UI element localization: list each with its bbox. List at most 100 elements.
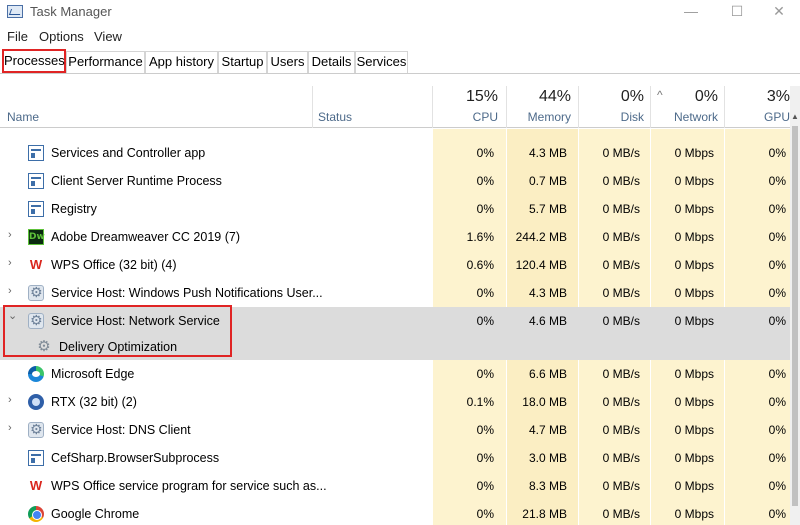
column-disk[interactable]: Disk	[578, 110, 644, 124]
minimize-button[interactable]: —	[668, 0, 714, 24]
tab-app-history[interactable]: App history	[145, 51, 218, 73]
column-status[interactable]: Status	[318, 110, 352, 124]
scroll-up-icon[interactable]: ▲	[790, 112, 800, 122]
process-name: Registry	[51, 202, 97, 216]
expand-chevron-icon[interactable]: ›	[8, 257, 12, 269]
memory-value: 120.4 MB	[515, 258, 567, 272]
process-name: RTX (32 bit) (2)	[51, 395, 137, 409]
process-row[interactable]: ⌄ Service Host: Network Service 0% 4.6 MB 0 …	[0, 307, 790, 335]
network-value: 0 Mbps	[674, 314, 714, 328]
tab-processes[interactable]: Processes	[2, 49, 66, 73]
expand-chevron-icon[interactable]: ›	[8, 394, 12, 406]
gpu-value: 0%	[768, 367, 786, 381]
app-window-icon	[28, 173, 44, 189]
close-button[interactable]: ✕	[756, 0, 800, 24]
cpu-value: 0.6%	[466, 258, 494, 272]
gear-icon	[28, 421, 44, 438]
process-row[interactable]: › Service Host: DNS Client 0% 4.7 MB 0 MB/s 0…	[0, 416, 790, 444]
memory-value: 0.7 MB	[528, 174, 567, 188]
tab-details[interactable]: Details	[308, 51, 355, 73]
process-row[interactable]: Client Server Runtime Process 0% 0.7 MB 0 M…	[0, 167, 790, 195]
gpu-value: 0%	[768, 423, 786, 437]
process-name: Service Host: Windows Push Notifications…	[51, 286, 323, 300]
edge-icon	[28, 366, 44, 382]
gpu-value: 0%	[768, 395, 786, 409]
expand-chevron-icon[interactable]: ›	[8, 229, 12, 241]
gear-icon	[28, 284, 44, 301]
column-memory[interactable]: Memory	[506, 110, 571, 124]
cpu-value: 0%	[476, 174, 494, 188]
process-name: Adobe Dreamweaver CC 2019 (7)	[51, 230, 240, 244]
disk-value: 0 MB/s	[602, 258, 640, 272]
column-cpu[interactable]: CPU	[432, 110, 498, 124]
collapse-chevron-icon[interactable]: ⌄	[8, 309, 17, 322]
network-value: 0 Mbps	[674, 286, 714, 300]
expand-chevron-icon[interactable]: ›	[8, 285, 12, 297]
process-name: Google Chrome	[51, 507, 140, 521]
gpu-total: 3%	[766, 88, 790, 105]
network-value: 0 Mbps	[674, 395, 714, 409]
gpu-value: 0%	[768, 174, 786, 188]
memory-value: 18.0 MB	[522, 395, 567, 409]
tab-performance[interactable]: Performance	[66, 51, 145, 73]
task-manager-icon	[7, 5, 23, 18]
scroll-thumb[interactable]	[792, 126, 798, 506]
column-gpu[interactable]: GPU	[724, 110, 790, 124]
network-value: 0 Mbps	[674, 451, 714, 465]
column-separator	[312, 86, 313, 128]
title-bar: Task Manager — ☐ ✕	[0, 0, 800, 24]
memory-value: 4.3 MB	[528, 286, 567, 300]
process-row[interactable]: Registry 0% 5.7 MB 0 MB/s 0 Mbps 0%	[0, 195, 790, 223]
cpu-value: 0%	[476, 451, 494, 465]
memory-value: 21.8 MB	[522, 507, 567, 521]
process-row[interactable]: › W WPS Office (32 bit) (4) 0.6% 120.4 MB 0 M…	[0, 251, 790, 279]
process-row[interactable]: Services and Controller app 0% 4.3 MB 0 MB/…	[0, 139, 790, 167]
app-window-icon	[28, 201, 44, 217]
network-value: 0 Mbps	[674, 146, 714, 160]
cpu-total: 15%	[465, 88, 498, 105]
menu-options[interactable]: Options	[39, 29, 84, 44]
menu-view[interactable]: View	[94, 29, 122, 44]
tab-strip: Processes Performance App history Startu…	[0, 48, 800, 74]
process-name: Delivery Optimization	[59, 340, 178, 354]
disk-value: 0 MB/s	[602, 395, 640, 409]
column-name[interactable]: Name	[7, 110, 39, 124]
vertical-scrollbar[interactable]: ▲	[790, 86, 800, 525]
cpu-value: 0%	[476, 314, 494, 328]
process-row[interactable]: Microsoft Edge 0% 6.6 MB 0 MB/s 0 Mbps 0%	[0, 360, 790, 388]
process-row[interactable]: CefSharp.BrowserSubprocess 0% 3.0 MB 0 MB/s…	[0, 444, 790, 472]
process-row[interactable]: Google Chrome 0% 21.8 MB 0 MB/s 0 Mbps 0%	[0, 500, 790, 525]
memory-total: 44%	[538, 88, 571, 105]
memory-value: 8.3 MB	[528, 479, 567, 493]
child-process-row[interactable]: ⚙ Delivery Optimization	[0, 335, 790, 360]
disk-value: 0 MB/s	[602, 230, 640, 244]
process-list: Services and Controller app 0% 4.3 MB 0 MB/…	[0, 129, 790, 525]
maximize-button[interactable]: ☐	[714, 0, 760, 24]
disk-value: 0 MB/s	[602, 423, 640, 437]
process-row[interactable]: W WPS Office service program for service …	[0, 472, 790, 500]
memory-value: 4.7 MB	[528, 423, 567, 437]
network-value: 0 Mbps	[674, 174, 714, 188]
menu-file[interactable]: File	[7, 29, 28, 44]
column-network[interactable]: Network	[650, 110, 718, 124]
delivery-optimization-icon: ⚙	[37, 338, 51, 355]
process-name: CefSharp.BrowserSubprocess	[51, 451, 220, 465]
disk-value: 0 MB/s	[602, 507, 640, 521]
wps-icon: W	[29, 257, 43, 272]
process-row[interactable]: › Service Host: Windows Push Notification…	[0, 279, 790, 307]
gpu-value: 0%	[768, 314, 786, 328]
dreamweaver-icon: Dw	[28, 229, 45, 245]
network-value: 0 Mbps	[674, 202, 714, 216]
expand-chevron-icon[interactable]: ›	[8, 422, 12, 434]
network-value: 0 Mbps	[674, 507, 714, 521]
process-name: Microsoft Edge	[51, 367, 135, 381]
process-row[interactable]: › Dw Adobe Dreamweaver CC 2019 (7) 1.6% 244.…	[0, 223, 790, 251]
process-row[interactable]: › RTX (32 bit) (2) 0.1% 18.0 MB 0 MB/s 0 Mbps…	[0, 388, 790, 416]
gear-icon	[28, 312, 44, 329]
gpu-value: 0%	[768, 146, 786, 160]
cpu-value: 1.6%	[466, 230, 494, 244]
tab-startup[interactable]: Startup	[218, 51, 267, 73]
tab-services[interactable]: Services	[355, 51, 408, 73]
tab-users[interactable]: Users	[267, 51, 308, 73]
gpu-value: 0%	[768, 507, 786, 521]
